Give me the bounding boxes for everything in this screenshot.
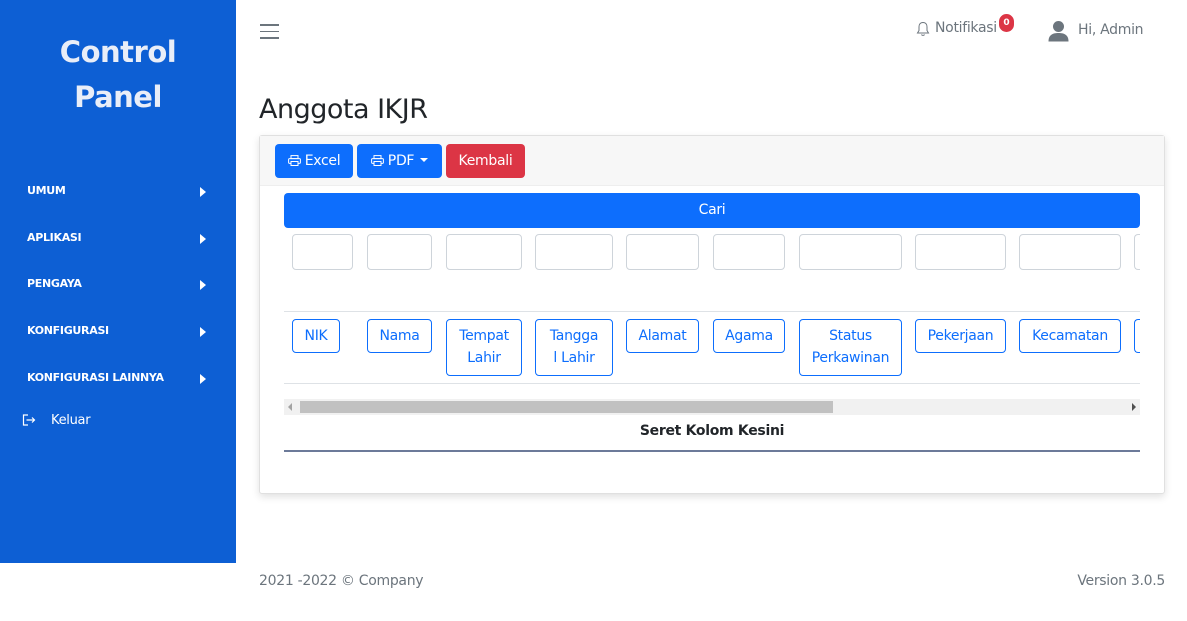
- user-greeting: Hi, Admin: [1078, 22, 1144, 38]
- excel-label: Excel: [304, 153, 341, 169]
- caret-right-icon: [200, 234, 206, 244]
- column-button-status-perkawinan[interactable]: Status Perkawinan: [799, 319, 902, 376]
- printer-icon: [370, 155, 384, 166]
- sidebar-item-label: KONFIGURASI: [27, 324, 109, 337]
- brand-logo[interactable]: Control Panel: [0, 30, 236, 120]
- footer-copyright: 2021 -2022 © Company: [259, 573, 424, 589]
- pdf-label: PDF: [387, 153, 415, 169]
- column-button-agama[interactable]: Agama: [713, 319, 785, 353]
- main-card: Excel PDF Kembali Cari NIK Nama Tempat L…: [259, 135, 1165, 494]
- horizontal-scrollbar[interactable]: [284, 399, 1140, 415]
- column-label: Perkawinan: [811, 350, 890, 366]
- column-label: l Lahir: [553, 350, 595, 366]
- filter-input-kecamatan[interactable]: [1019, 234, 1121, 270]
- sidebar-item-konfigurasi-lainnya[interactable]: KONFIGURASI LAINNYA: [0, 355, 236, 401]
- notification-badge: 0: [999, 14, 1014, 32]
- sidebar-item-label: UMUM: [27, 184, 66, 197]
- search-button[interactable]: Cari: [284, 193, 1140, 228]
- bell-icon: [916, 21, 930, 36]
- column-button-pekerjaan[interactable]: Pekerjaan: [915, 319, 1006, 353]
- card-toolbar: Excel PDF Kembali: [260, 136, 1164, 186]
- pdf-dropdown-button[interactable]: PDF: [357, 144, 442, 178]
- sidebar-item-logout[interactable]: Keluar: [0, 402, 236, 442]
- column-drop-zone[interactable]: [284, 450, 1140, 452]
- column-label: Status: [829, 328, 872, 344]
- divider: [284, 383, 1140, 384]
- caret-right-icon: [200, 374, 206, 384]
- filter-input-alamat[interactable]: [626, 234, 699, 270]
- caret-right-icon: [200, 280, 206, 290]
- sidebar-item-pengaya[interactable]: PENGAYA: [0, 261, 236, 307]
- sidebar-item-aplikasi[interactable]: APLIKASI: [0, 215, 236, 261]
- filter-input-agama[interactable]: [713, 234, 785, 270]
- filter-input-nama[interactable]: [367, 234, 432, 270]
- column-button-tempat-lahir[interactable]: Tempat Lahir: [446, 319, 522, 376]
- column-label: Lahir: [467, 350, 501, 366]
- sidebar-item-label: APLIKASI: [27, 231, 82, 244]
- column-label: Tangga: [549, 328, 599, 344]
- column-button-nama[interactable]: Nama: [367, 319, 432, 353]
- brand-line-1: Control: [59, 35, 177, 69]
- column-label: Pekerjaan: [927, 328, 994, 344]
- column-label: Agama: [725, 328, 773, 344]
- excel-button[interactable]: Excel: [275, 144, 353, 178]
- filter-input-tanggal-lahir[interactable]: [535, 234, 613, 270]
- filter-input-status-perkawinan[interactable]: [799, 234, 902, 270]
- column-label: Kecamatan: [1032, 328, 1108, 344]
- sidebar-item-label: PENGAYA: [27, 277, 82, 290]
- user-avatar-icon: [1048, 21, 1069, 42]
- caret-right-icon: [200, 187, 206, 197]
- column-label: Nama: [379, 328, 420, 344]
- column-button-nik[interactable]: NIK: [292, 319, 340, 353]
- brand-line-2: Panel: [74, 80, 162, 114]
- sidebar-item-umum[interactable]: UMUM: [0, 168, 236, 214]
- column-button-kecamatan[interactable]: Kecamatan: [1019, 319, 1121, 353]
- filter-input-partial[interactable]: [1134, 234, 1140, 270]
- column-label: Tempat: [459, 328, 509, 344]
- sidebar-item-label: KONFIGURASI LAINNYA: [27, 371, 164, 384]
- logout-icon: [22, 414, 36, 426]
- logout-label: Keluar: [51, 413, 91, 428]
- column-label: Alamat: [638, 328, 687, 344]
- divider: [284, 311, 1140, 312]
- back-button[interactable]: Kembali: [446, 144, 525, 178]
- caret-right-icon: [200, 327, 206, 337]
- filter-input-tempat-lahir[interactable]: [446, 234, 522, 270]
- notification-label: Notifikasi: [935, 20, 997, 36]
- filter-input-nik[interactable]: [292, 234, 353, 270]
- footer-version: Version 3.0.5: [1077, 573, 1165, 589]
- column-button-tanggal-lahir[interactable]: Tangga l Lahir: [535, 319, 613, 376]
- sidebar: Control Panel UMUM APLIKASI PENGAYA KONF…: [0, 0, 236, 563]
- column-drop-zone-label: Seret Kolom Kesini: [639, 423, 785, 439]
- printer-icon: [287, 155, 301, 166]
- scroll-left-icon[interactable]: [288, 403, 292, 411]
- scrollbar-thumb[interactable]: [300, 401, 833, 413]
- filter-input-pekerjaan[interactable]: [915, 234, 1006, 270]
- column-button-partial[interactable]: [1134, 319, 1140, 353]
- column-button-alamat[interactable]: Alamat: [626, 319, 699, 353]
- sidebar-item-konfigurasi[interactable]: KONFIGURASI: [0, 308, 236, 354]
- scroll-right-icon[interactable]: [1132, 403, 1136, 411]
- page-title: Anggota IKJR: [259, 94, 428, 125]
- chevron-down-icon: [420, 158, 429, 162]
- column-label: NIK: [304, 328, 328, 344]
- hamburger-icon[interactable]: [260, 24, 279, 39]
